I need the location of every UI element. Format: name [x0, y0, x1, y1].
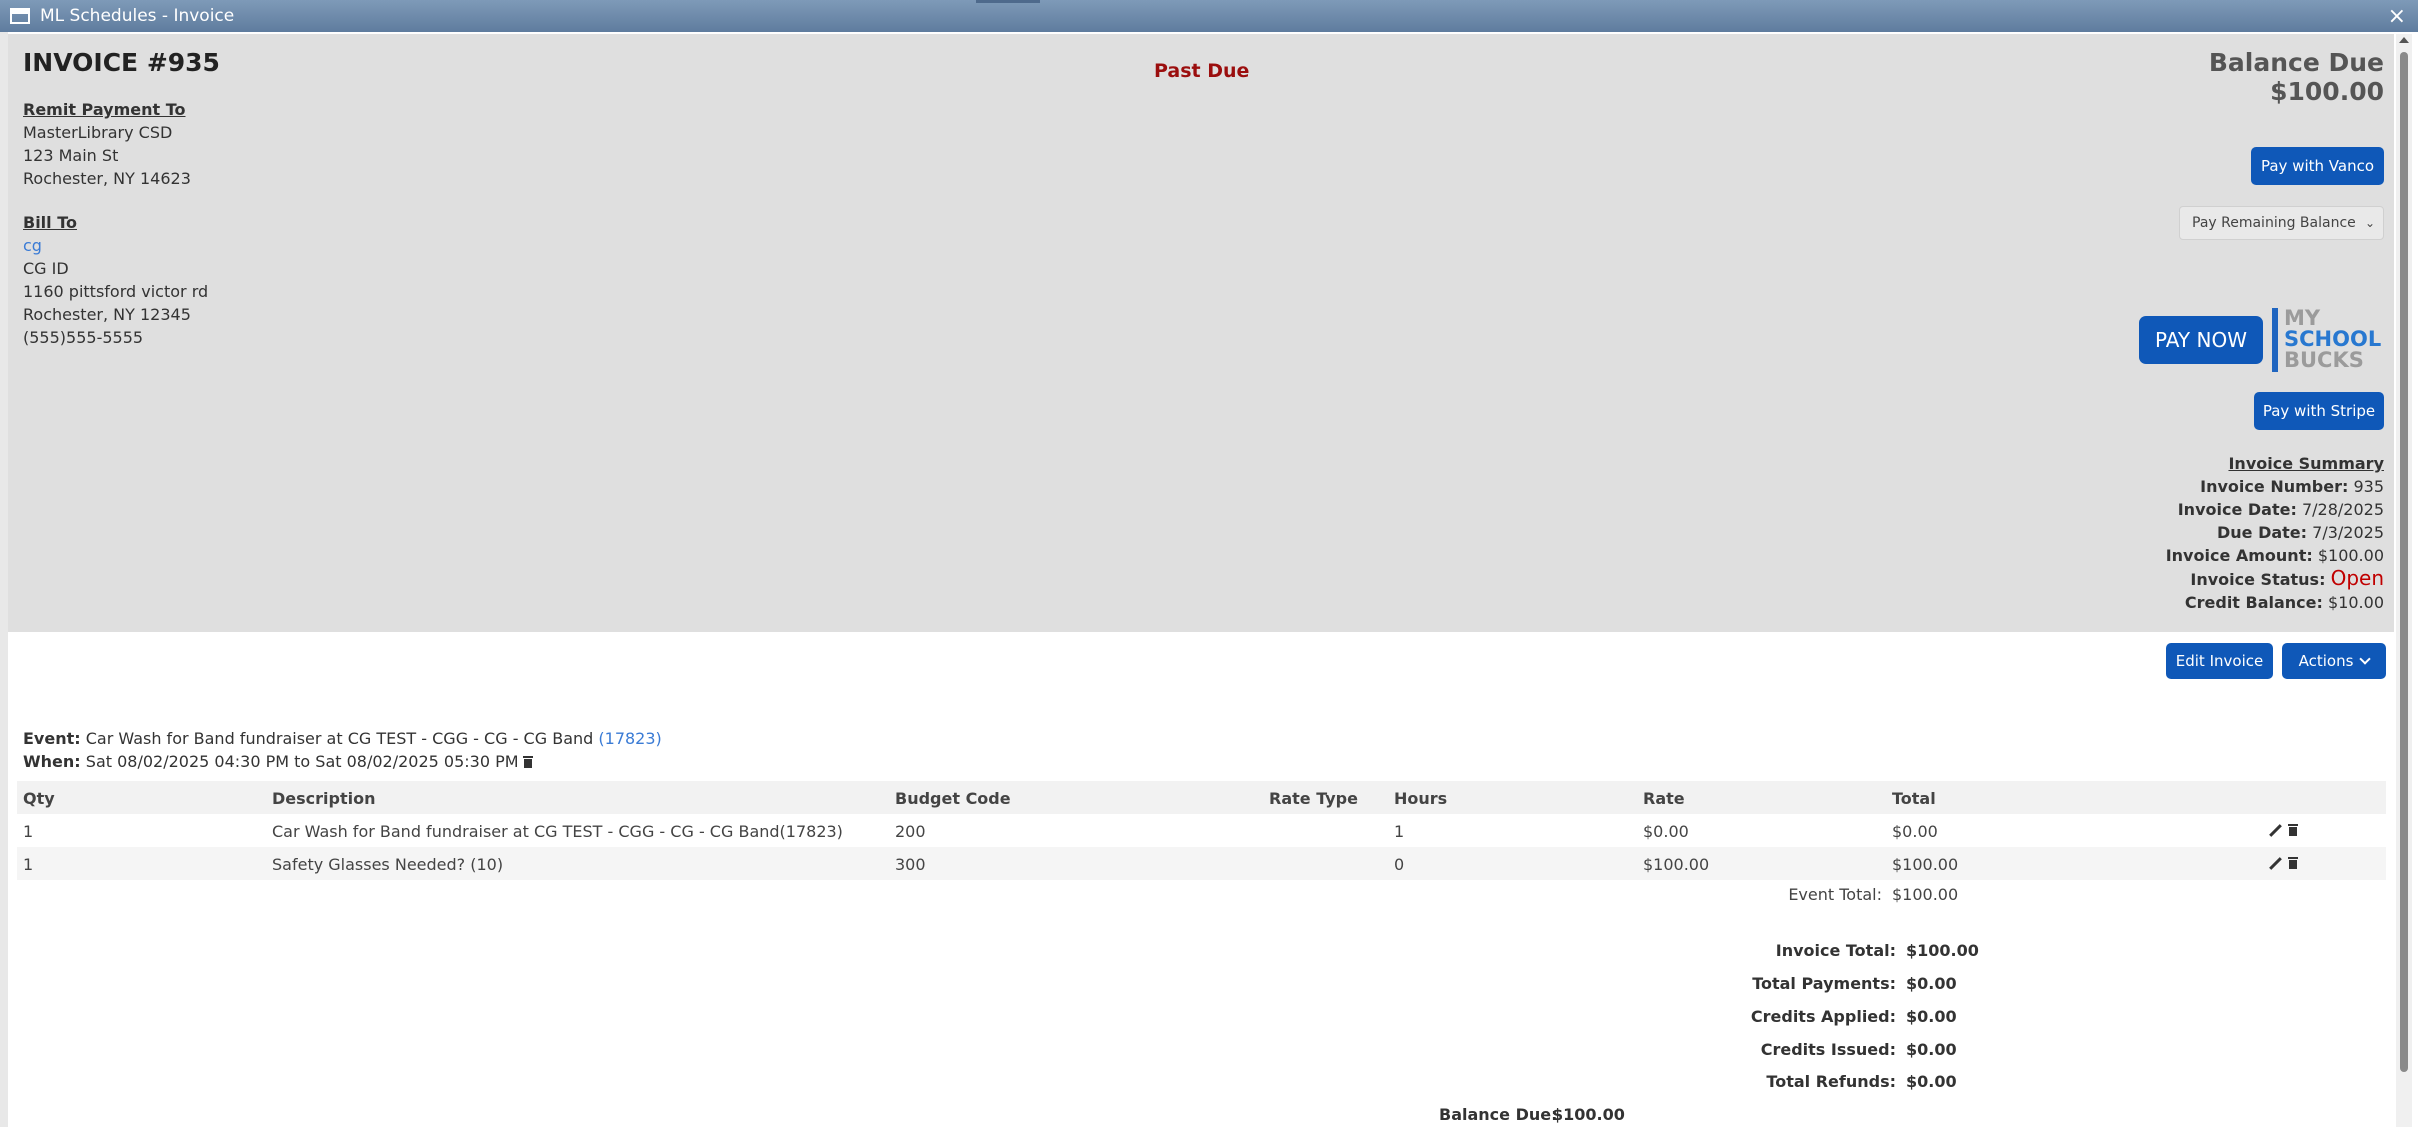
invoice-summary: Invoice Summary Invoice Number: 935 Invo… [2166, 452, 2384, 614]
credits-applied-label: Credits Applied: [1750, 1007, 1896, 1026]
table-row: 1 Safety Glasses Needed? (10) 300 0 $100… [17, 847, 2386, 880]
total-refunds-value: $0.00 [1906, 1072, 1957, 1091]
total-payments-value: $0.00 [1906, 974, 1957, 993]
invoice-header: INVOICE #935 Past Due Remit Payment To M… [8, 34, 2394, 632]
pay-with-stripe-button[interactable]: Pay with Stripe [2254, 392, 2384, 430]
resize-grip[interactable] [976, 0, 1040, 3]
credits-applied-value: $0.00 [1906, 1007, 1957, 1026]
past-due-banner: Past Due [1154, 60, 1250, 82]
chevron-down-icon [2359, 653, 2372, 665]
credits-issued-value: $0.00 [1906, 1040, 1957, 1059]
invoice-total-label: Invoice Total: [1775, 941, 1896, 960]
invoice-window: ML Schedules - Invoice × INVOICE #935 Pa… [0, 0, 2418, 1127]
summary-row: Invoice Number: 935 [2200, 477, 2384, 496]
logo-bar [2272, 308, 2278, 372]
summary-row: Invoice Date: 7/28/2025 [2177, 500, 2384, 519]
balance-due-amount: $100.00 [2270, 77, 2384, 106]
pay-now-button[interactable]: PAY NOW [2139, 316, 2263, 364]
when-line: When: Sat 08/02/2025 04:30 PM to Sat 08/… [23, 752, 533, 771]
trash-icon[interactable] [2288, 857, 2298, 869]
invoice-title: INVOICE #935 [23, 48, 220, 77]
myschoolbucks-logo[interactable]: MY SCHOOL BUCKS [2272, 308, 2387, 372]
edit-invoice-button[interactable]: Edit Invoice [2166, 643, 2273, 679]
edit-pencil-icon[interactable] [2268, 823, 2282, 837]
balance-due-label: Balance Due [2208, 48, 2384, 77]
table-row: 1 Car Wash for Band fundraiser at CG TES… [17, 814, 2386, 847]
summary-row: Invoice Amount: $100.00 [2165, 546, 2384, 565]
window-icon [10, 8, 30, 24]
remit-line: 123 Main St [23, 146, 119, 165]
vertical-scrollbar[interactable] [2396, 34, 2412, 1127]
line-items-table: Qty Description Budget Code Rate Type Ho… [17, 781, 2386, 880]
summary-heading: Invoice Summary [2228, 454, 2384, 473]
summary-row: Invoice Status: Open [2190, 566, 2384, 590]
trash-icon[interactable] [522, 756, 533, 768]
bill-to-line: Rochester, NY 12345 [23, 305, 191, 324]
remit-line: Rochester, NY 14623 [23, 169, 191, 188]
invoice-total-value: $100.00 [1906, 941, 1979, 960]
scroll-up-icon[interactable] [2399, 37, 2409, 43]
chevron-down-icon: ⌄ [2364, 216, 2375, 230]
remit-heading: Remit Payment To [23, 100, 186, 119]
bill-to-line: (555)555-5555 [23, 328, 144, 347]
pay-with-vanco-button[interactable]: Pay with Vanco [2251, 147, 2384, 185]
bill-to-line: 1160 pittsford victor rd [23, 282, 209, 301]
bill-to-line: CG ID [23, 259, 69, 278]
table-header-row: Qty Description Budget Code Rate Type Ho… [17, 781, 2386, 814]
trash-icon[interactable] [2288, 824, 2298, 836]
left-edge [0, 32, 8, 1127]
summary-row: Credit Balance: $10.00 [2184, 593, 2384, 612]
edit-pencil-icon[interactable] [2268, 856, 2282, 870]
event-id-link[interactable]: (17823) [598, 729, 661, 748]
event-line: Event: Car Wash for Band fundraiser at C… [23, 729, 662, 748]
window-title: ML Schedules - Invoice [40, 6, 235, 26]
event-total-label: Event Total: [1788, 885, 1882, 904]
bill-to-heading: Bill To [23, 213, 77, 232]
scroll-thumb[interactable] [2400, 52, 2408, 1072]
balance-due-block: Balance Due $100.00 [2209, 48, 2384, 106]
credits-issued-label: Credits Issued: [1760, 1040, 1896, 1059]
total-refunds-label: Total Refunds: [1766, 1072, 1896, 1091]
bill-to-name-link[interactable]: cg [23, 234, 208, 257]
close-icon[interactable]: × [2388, 4, 2406, 29]
actions-button[interactable]: Actions [2282, 643, 2386, 679]
bill-to-block: Bill To cg CG ID 1160 pittsford victor r… [23, 211, 208, 349]
event-total-value: $100.00 [1892, 885, 1959, 904]
remit-payment-block: Remit Payment To MasterLibrary CSD 123 M… [23, 98, 191, 190]
status-badge: Open [2330, 566, 2384, 590]
logo-text: MY SCHOOL BUCKS [2284, 306, 2382, 372]
final-balance-label: Balance Due: [1439, 1105, 1558, 1124]
title-bar[interactable]: ML Schedules - Invoice × [0, 0, 2418, 32]
final-balance-value: $100.00 [1552, 1105, 1625, 1124]
payment-amount-value: Pay Remaining Balance [2192, 215, 2356, 231]
remit-line: MasterLibrary CSD [23, 123, 173, 142]
total-payments-label: Total Payments: [1752, 974, 1896, 993]
summary-row: Due Date: 7/3/2025 [2216, 523, 2384, 542]
payment-amount-select[interactable]: Pay Remaining Balance ⌄ [2179, 206, 2384, 240]
